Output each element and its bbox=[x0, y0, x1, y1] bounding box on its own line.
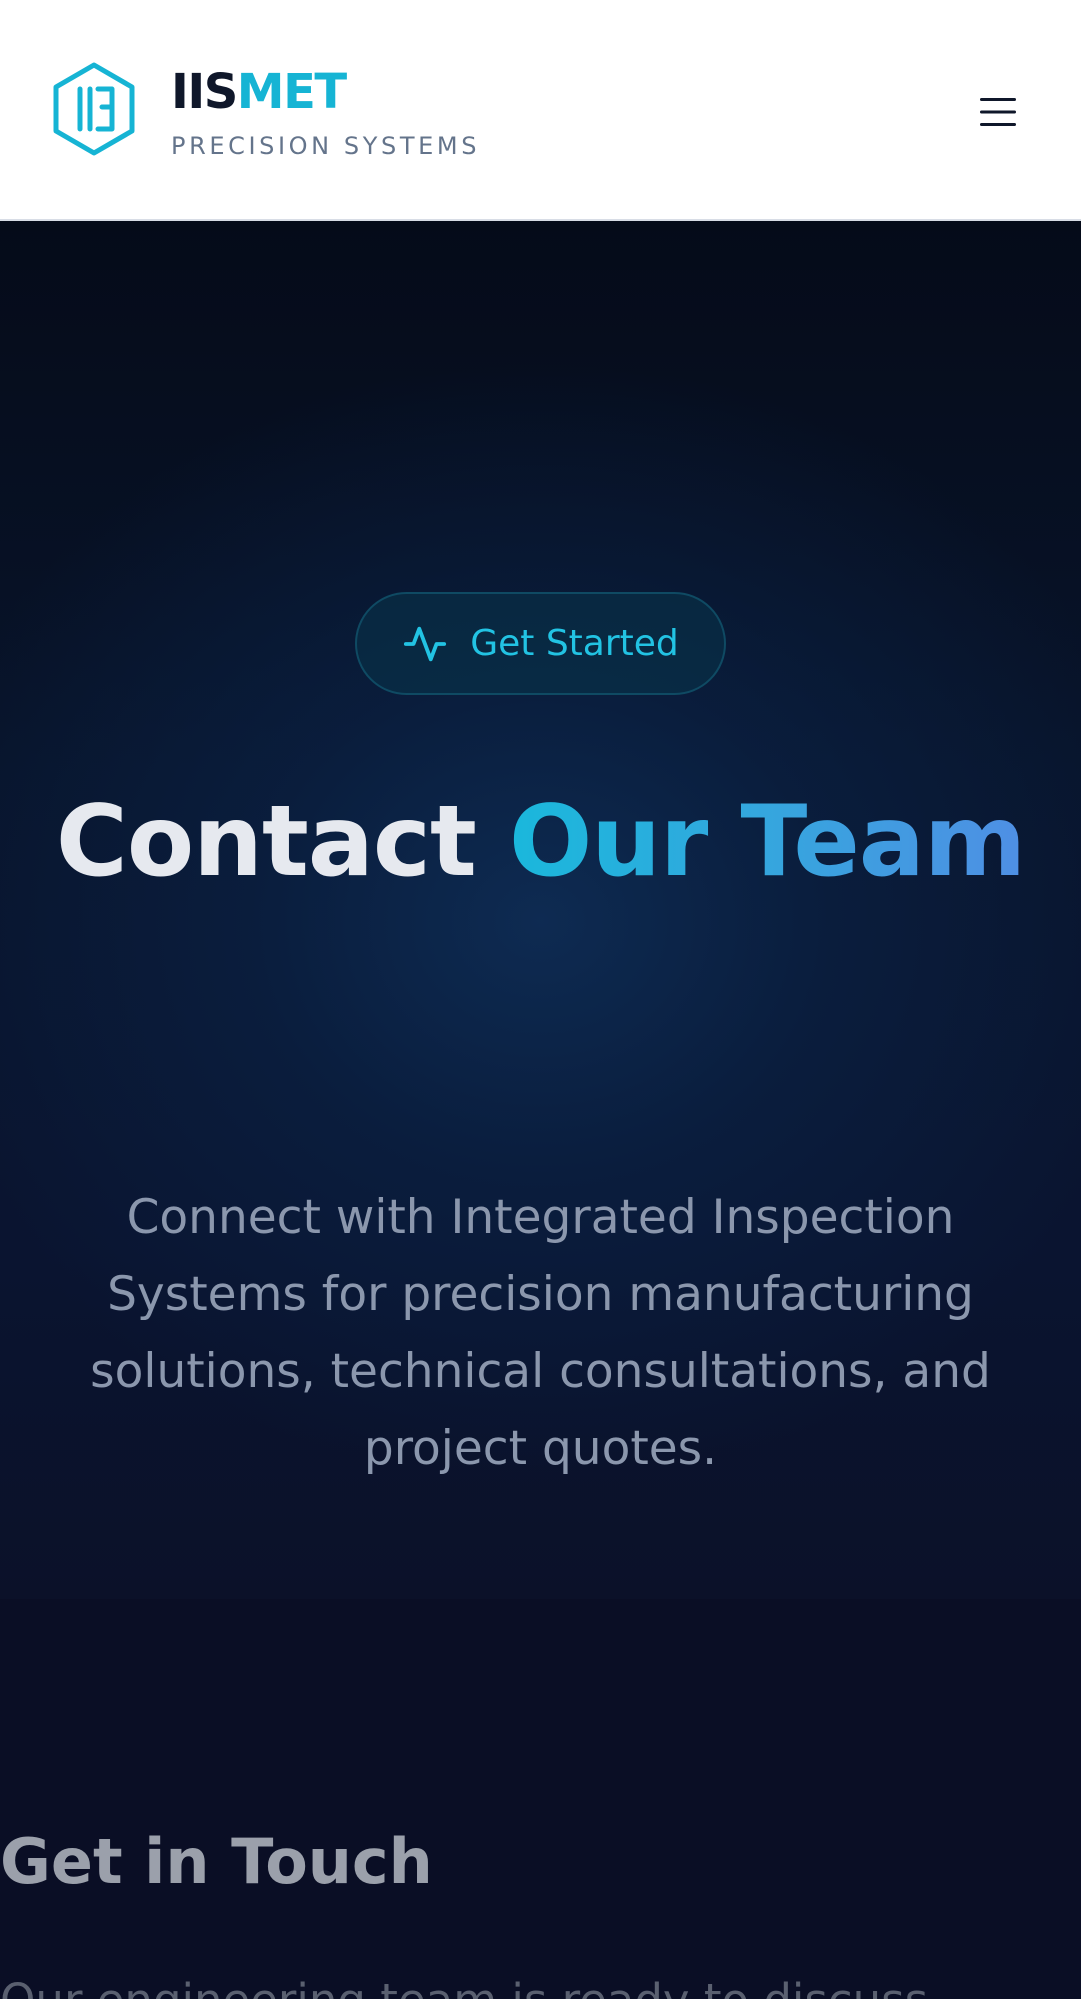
page-title: Contact Our Team bbox=[0, 777, 1081, 907]
page-title-part2: Our Team bbox=[508, 785, 1026, 899]
page-title-part1: Contact bbox=[55, 785, 509, 899]
brand-name-part1: IIS bbox=[171, 64, 238, 120]
activity-pulse-icon bbox=[404, 626, 447, 661]
section-title: Get in Touch bbox=[0, 1825, 433, 1898]
hero-section: Get Started Contact Our Team Connect wit… bbox=[0, 221, 1081, 1599]
section-intro: Our engineering team is ready to discuss bbox=[0, 1971, 1081, 1999]
site-header: IISMET PRECISION SYSTEMS bbox=[0, 0, 1081, 221]
contact-section: Get in Touch Our engineering team is rea… bbox=[0, 1599, 1081, 1999]
brand-tagline: PRECISION SYSTEMS bbox=[171, 132, 481, 160]
get-started-label: Get Started bbox=[470, 623, 679, 664]
hero-description: Connect with Integrated Inspection Syste… bbox=[90, 1190, 991, 1476]
get-started-button[interactable]: Get Started bbox=[355, 592, 726, 695]
menu-button[interactable] bbox=[968, 84, 1028, 140]
brand-name-part2: MET bbox=[236, 64, 347, 120]
logo-icon[interactable] bbox=[50, 61, 138, 157]
hamburger-menu-icon bbox=[980, 98, 1016, 126]
brand-name[interactable]: IISMET bbox=[171, 62, 347, 122]
